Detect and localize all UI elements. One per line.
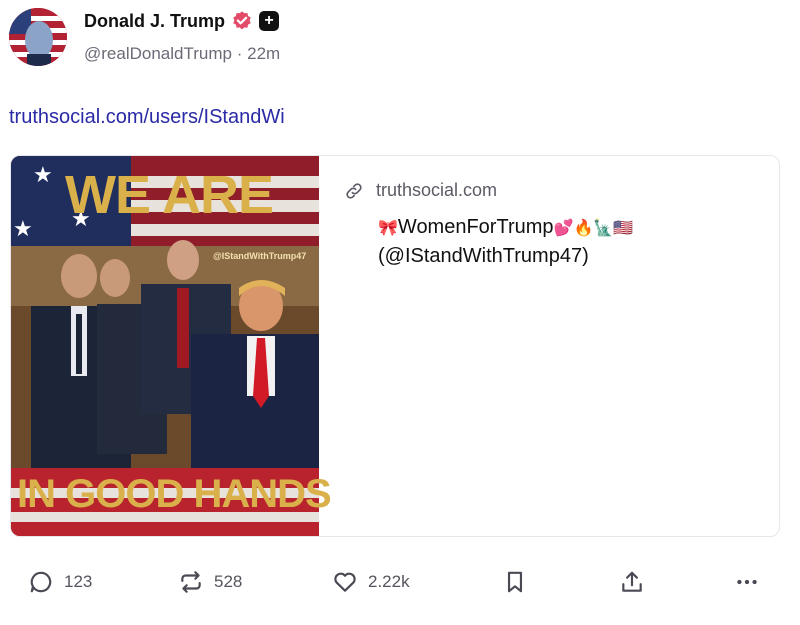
post-link[interactable]: truthsocial.com/users/IStandWi bbox=[9, 106, 285, 129]
statue-of-liberty-icon: 🗽 bbox=[593, 218, 614, 237]
svg-text:★: ★ bbox=[13, 217, 33, 242]
link-preview-card[interactable]: ★ ★ ★ WE ARE @IStandWithTrump47 IN GOOD … bbox=[10, 155, 780, 537]
comment-icon bbox=[30, 571, 52, 593]
card-domain[interactable]: truthsocial.com bbox=[376, 180, 497, 201]
retruth-button[interactable]: 528 bbox=[178, 560, 242, 604]
like-count: 2.22k bbox=[368, 572, 410, 591]
author-handle[interactable]: @realDonaldTrump bbox=[84, 44, 232, 63]
heart-icon bbox=[334, 572, 356, 592]
link-icon bbox=[346, 182, 362, 199]
handle-row: @realDonaldTrump · 22m bbox=[84, 44, 280, 64]
image-watermark: @IStandWithTrump47 bbox=[213, 251, 307, 261]
action-bar: 123 528 2.22k bbox=[0, 560, 800, 604]
svg-text:★: ★ bbox=[33, 163, 53, 188]
card-title-handle: (@IStandWithTrump47) bbox=[378, 245, 589, 267]
verified-badge-icon bbox=[233, 11, 251, 30]
share-icon bbox=[622, 571, 642, 592]
fire-icon: 🔥 bbox=[573, 218, 594, 237]
card-title-text: WomenForTrump bbox=[397, 216, 554, 238]
image-text-bottom: IN GOOD HANDS bbox=[17, 472, 332, 516]
author-name[interactable]: Donald J. Trump bbox=[84, 11, 225, 32]
reply-count: 123 bbox=[64, 572, 93, 591]
image-text-top: WE ARE bbox=[65, 165, 274, 225]
more-icon bbox=[737, 579, 757, 585]
author-row: Donald J. Trump + bbox=[84, 10, 280, 32]
card-domain-row: truthsocial.com bbox=[344, 180, 764, 201]
ribbon-icon: 🎀 bbox=[378, 218, 398, 237]
post-time[interactable]: 22m bbox=[247, 44, 280, 63]
repost-icon bbox=[181, 571, 201, 593]
card-title[interactable]: 🎀WomenForTrump💕🔥🗽🇺🇸 (@IStandWithTrump47) bbox=[378, 213, 764, 270]
retruth-count: 528 bbox=[214, 572, 243, 591]
us-flag-icon: 🇺🇸 bbox=[613, 218, 634, 237]
plus-badge-icon: + bbox=[259, 11, 280, 31]
bookmark-button[interactable] bbox=[502, 560, 528, 604]
hearts-icon: 💕 bbox=[553, 218, 574, 237]
share-button[interactable] bbox=[619, 560, 645, 604]
more-button[interactable] bbox=[734, 560, 760, 604]
avatar[interactable] bbox=[9, 8, 67, 66]
separator: · bbox=[236, 44, 243, 63]
bookmark-icon bbox=[507, 571, 523, 593]
card-info: truthsocial.com 🎀WomenForTrump💕🔥🗽🇺🇸 (@IS… bbox=[344, 180, 764, 270]
reply-button[interactable]: 123 bbox=[28, 560, 92, 604]
avatar-image bbox=[9, 8, 67, 66]
like-button[interactable]: 2.22k bbox=[332, 560, 410, 604]
